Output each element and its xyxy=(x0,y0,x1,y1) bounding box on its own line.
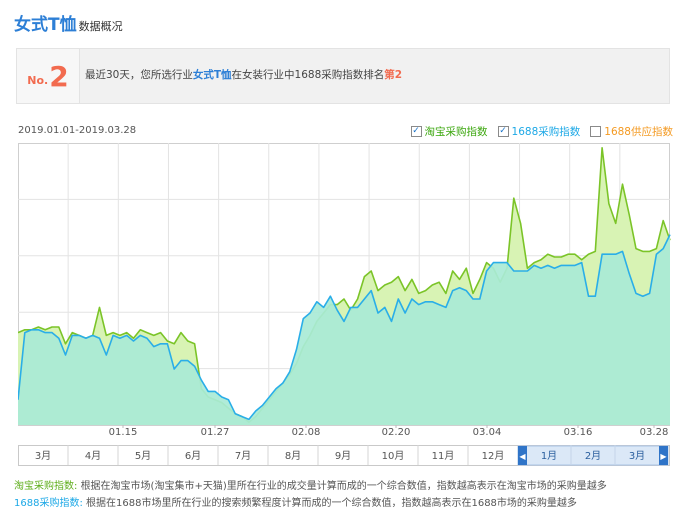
legend-item-1688-supply[interactable]: 1688供应指数 xyxy=(590,124,673,139)
x-tick-label: 01.27 xyxy=(201,427,230,438)
footnote-label-1688: 1688采购指数: xyxy=(14,498,83,509)
timeline-month[interactable]: 6月 xyxy=(185,450,201,462)
timeline-month[interactable]: 3月 xyxy=(35,450,51,462)
checkbox-icon[interactable] xyxy=(590,126,602,137)
legend-item-1688-purchase[interactable]: ✓ 1688采购指数 xyxy=(497,124,581,139)
page-header: 女式T恤 数据概况 xyxy=(14,10,123,36)
x-tick-label: 03.04 xyxy=(473,427,502,438)
x-tick-label: 03.16 xyxy=(564,427,593,438)
timeline-month[interactable]: 5月 xyxy=(135,450,151,462)
timeline-month[interactable]: 8月 xyxy=(285,450,301,462)
trend-chart: 01.15 01.27 02.08 02.20 03.04 03.16 03.28 3月 4月 5… xyxy=(18,143,671,466)
x-tick-label: 03.28 xyxy=(640,427,669,438)
timeline-selected-month[interactable]: 1月 xyxy=(541,450,557,462)
chevron-left-icon: ◀ xyxy=(519,452,526,461)
rank-badge: No. 2 xyxy=(17,49,80,103)
rank-text-before: 最近30天，您所选行业 xyxy=(85,69,193,81)
legend-label-taobao: 淘宝采购指数 xyxy=(424,126,488,138)
legend-label-1688-supply: 1688供应指数 xyxy=(604,126,673,138)
rank-number: 2 xyxy=(49,59,69,93)
chevron-right-icon: ▶ xyxy=(660,452,667,461)
timeline-month[interactable]: 7月 xyxy=(235,450,251,462)
footnote-text-1688: 根据在1688市场里所在行业的搜索频繁程度计算而成的一个综合数值，指数越高表示在… xyxy=(86,498,577,509)
rank-prefix: No. xyxy=(27,73,49,87)
rank-summary-panel: No. 2 最近30天，您所选行业女式T恤在女装行业中1688采购指数排名第2 xyxy=(16,48,670,104)
x-tick-label: 02.20 xyxy=(382,427,411,438)
date-range: 2019.01.01-2019.03.28 xyxy=(18,125,137,136)
timeline-selected-month[interactable]: 3月 xyxy=(629,450,645,462)
rank-description: 最近30天，您所选行业女式T恤在女装行业中1688采购指数排名第2 xyxy=(85,67,402,82)
checkbox-icon[interactable]: ✓ xyxy=(410,126,422,137)
timeline-month[interactable]: 10月 xyxy=(382,450,405,462)
rank-text-middle: 在女装行业中1688采购指数排名 xyxy=(231,69,385,81)
x-tick-label: 01.15 xyxy=(109,427,138,438)
footnote-text-taobao: 根据在淘宝市场(淘宝集市+天猫)里所在行业的成交量计算而成的一个综合数值，指数越… xyxy=(80,481,607,492)
timeline-selected-month[interactable]: 2月 xyxy=(585,450,601,462)
page-subtitle: 数据概况 xyxy=(78,20,123,33)
timeline-month[interactable]: 9月 xyxy=(335,450,351,462)
chart-legend: ✓ 淘宝采购指数 ✓ 1688采购指数 1688供应指数 xyxy=(410,124,673,139)
checkbox-icon[interactable]: ✓ xyxy=(497,126,509,137)
page-title: 女式T恤 xyxy=(14,15,77,35)
timeline-month[interactable]: 4月 xyxy=(85,450,101,462)
footnote-1688: 1688采购指数: 根据在1688市场里所在行业的搜索频繁程度计算而成的一个综合… xyxy=(14,494,577,509)
footnote-label-taobao: 淘宝采购指数: xyxy=(14,481,78,492)
timeline-month[interactable]: 12月 xyxy=(482,450,505,462)
rank-category: 女式T恤 xyxy=(192,69,232,81)
legend-item-taobao[interactable]: ✓ 淘宝采购指数 xyxy=(410,124,488,139)
timeline-month[interactable]: 11月 xyxy=(432,450,455,462)
x-tick-label: 02.08 xyxy=(292,427,321,438)
footnote-taobao: 淘宝采购指数: 根据在淘宝市场(淘宝集市+天猫)里所在行业的成交量计算而成的一个… xyxy=(14,477,607,492)
rank-position: 第2 xyxy=(384,69,403,81)
legend-label-1688-purchase: 1688采购指数 xyxy=(511,126,581,138)
